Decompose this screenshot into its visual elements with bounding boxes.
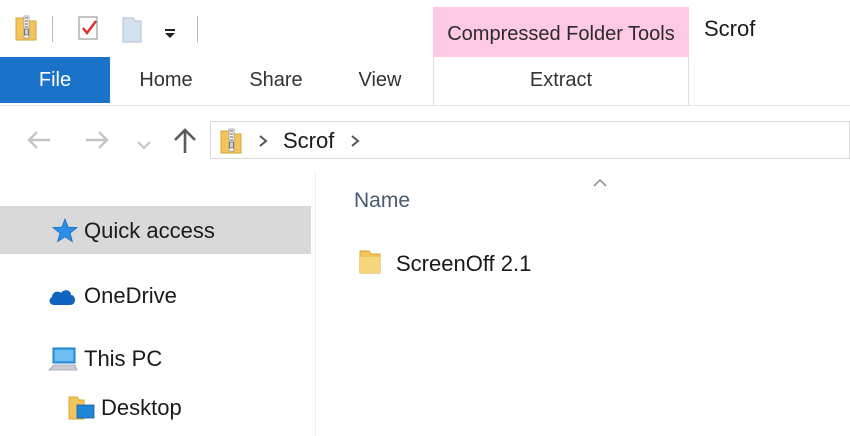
properties-icon[interactable] (76, 14, 102, 47)
address-bar[interactable]: Scrof (210, 121, 850, 159)
list-item[interactable]: ScreenOff 2.1 (347, 241, 807, 285)
nav-item-this-pc[interactable]: This PC (0, 334, 311, 382)
nav-item-label: This PC (84, 346, 163, 371)
chevron-right-icon[interactable] (350, 134, 360, 153)
window-title: Scrof (704, 16, 756, 41)
desktop-folder-icon (68, 395, 96, 428)
nav-item-label: Quick access (84, 218, 215, 243)
zip-folder-icon (219, 127, 243, 160)
ribbon-tab-bar: File Home Share View Extract (0, 57, 850, 106)
nav-item-quick-access[interactable]: Quick access (0, 206, 311, 254)
recent-locations-icon[interactable] (136, 137, 152, 155)
nav-item-desktop[interactable]: Desktop (0, 383, 311, 431)
cloud-icon (47, 287, 77, 312)
address-row: Scrof (0, 107, 850, 171)
tab-extract[interactable]: Extract (433, 57, 689, 106)
context-tab-group-label: Compressed Folder Tools (447, 23, 675, 45)
up-arrow-icon[interactable] (172, 127, 198, 160)
title-bar: Compressed Folder Tools Scrof (0, 0, 850, 57)
new-folder-icon[interactable] (121, 14, 143, 49)
zip-folder-icon[interactable] (14, 14, 38, 47)
tab-file[interactable]: File (0, 57, 110, 103)
tab-view[interactable]: View (348, 57, 412, 103)
tab-share[interactable]: Share (240, 57, 312, 103)
nav-item-onedrive[interactable]: OneDrive (0, 271, 311, 319)
compressed-folder-tools-group: Compressed Folder Tools (433, 7, 689, 57)
forward-arrow-icon[interactable] (84, 129, 110, 156)
column-header-name[interactable]: Name (354, 189, 410, 213)
breadcrumb-item[interactable]: Scrof (283, 128, 334, 154)
nav-item-label: Desktop (101, 395, 182, 420)
computer-icon (48, 346, 78, 379)
folder-icon (359, 249, 381, 280)
customize-dropdown-icon[interactable] (164, 26, 176, 38)
star-icon (51, 217, 79, 249)
qat-separator (197, 16, 198, 42)
tab-home[interactable]: Home (122, 57, 210, 103)
file-list: Name ScreenOff 2.1 (317, 171, 850, 436)
back-arrow-icon[interactable] (26, 129, 52, 156)
sort-ascending-icon (593, 175, 607, 193)
nav-item-label: OneDrive (84, 283, 177, 308)
chevron-right-icon[interactable] (258, 134, 268, 153)
navigation-pane: Quick access OneDrive This PC Desktop (0, 171, 316, 436)
file-name: ScreenOff 2.1 (396, 251, 532, 276)
qat-separator (52, 16, 53, 42)
